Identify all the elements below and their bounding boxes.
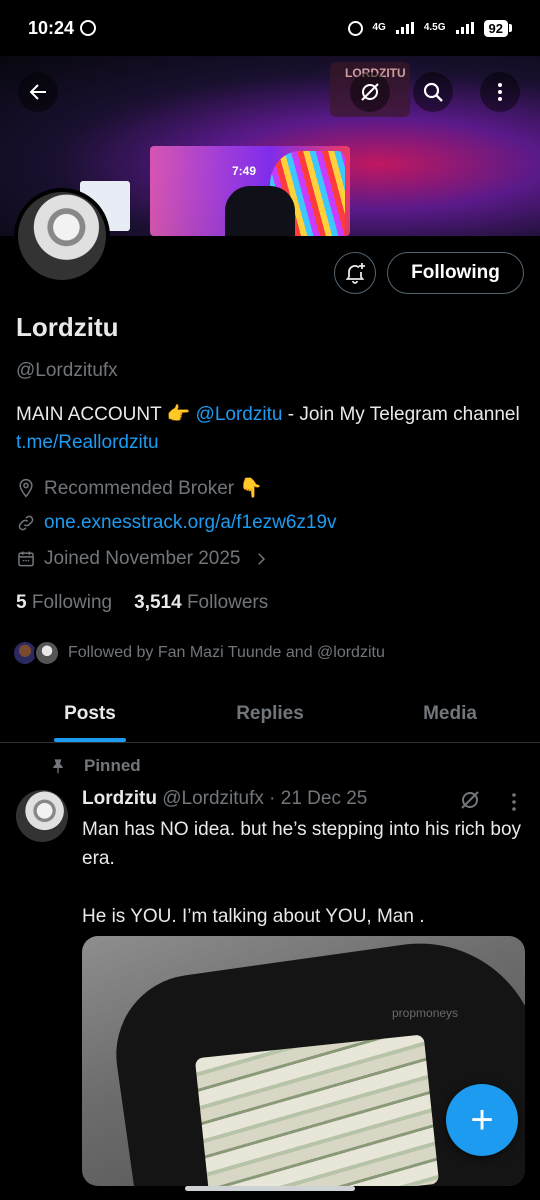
- following-count-link[interactable]: 5 Following: [16, 592, 112, 614]
- bell-plus-icon: [345, 263, 365, 284]
- grok-icon[interactable]: [458, 788, 482, 812]
- profile-avatar[interactable]: [14, 188, 110, 284]
- alarm-icon: [347, 20, 363, 36]
- website-link[interactable]: one.exnesstrack.org/a/f1ezw6z19v: [44, 512, 337, 534]
- post-text: Man has NO idea. but he’s stepping into …: [82, 819, 522, 927]
- bio-text-2: - Join My Telegram channel: [282, 404, 520, 425]
- calendar-icon: [18, 551, 34, 567]
- profile-tabs: Posts Replies Media: [0, 686, 540, 743]
- compose-button[interactable]: +: [446, 1084, 518, 1156]
- profile-website[interactable]: one.exnesstrack.org/a/f1ezw6z19v: [16, 512, 337, 534]
- signal-icon: [395, 22, 414, 34]
- grok-button[interactable]: [350, 72, 390, 112]
- following-button[interactable]: Following: [387, 252, 524, 294]
- post-header: Lordzitu @Lordzitufx · 21 Dec 25: [82, 788, 367, 810]
- post-author-name[interactable]: Lordzitu: [82, 788, 157, 809]
- back-button[interactable]: [18, 72, 58, 112]
- profile-name: Lordzitu: [16, 312, 119, 342]
- grok-icon: [361, 83, 379, 101]
- gesture-home-bar[interactable]: [185, 1186, 355, 1191]
- following-label: Following: [31, 592, 113, 613]
- bio-text: MAIN ACCOUNT 👉: [16, 404, 196, 425]
- tab-media[interactable]: Media: [360, 686, 540, 742]
- network-label-1: 4G: [372, 22, 386, 33]
- profile-bio: MAIN ACCOUNT 👉 @Lordzitu - Join My Teleg…: [16, 401, 526, 457]
- image-watermark: propmoneys: [392, 1006, 459, 1020]
- status-bar: 10:24 4G 4.5G 92: [0, 0, 540, 56]
- followers-count: 3,514: [134, 592, 182, 613]
- post-author-avatar[interactable]: [16, 790, 68, 842]
- plus-icon: +: [470, 1098, 494, 1142]
- followers-label: Followers: [186, 592, 269, 613]
- banner-clock-text: 7:49: [232, 164, 257, 178]
- post-more-icon[interactable]: [502, 790, 526, 814]
- status-time: 10:24: [28, 17, 75, 38]
- post-image[interactable]: propmoneys: [82, 936, 525, 1186]
- profile-joined[interactable]: Joined November 2025: [16, 548, 270, 570]
- chevron-right-icon: [258, 553, 266, 565]
- arrow-left-icon: [29, 84, 46, 100]
- banner-chair: [225, 186, 295, 236]
- profile-location: Recommended Broker 👇: [16, 476, 263, 500]
- followed-by[interactable]: Followed by Fan Mazi Tuunde and @lordzit…: [12, 640, 385, 666]
- pinned-label: Pinned: [84, 756, 141, 775]
- link-icon: [18, 515, 34, 531]
- status-icons: 4G 4.5G 92: [347, 19, 512, 37]
- followed-by-text: Followed by Fan Mazi Tuunde and @lordzit…: [68, 644, 385, 661]
- battery-level: 92: [483, 19, 508, 37]
- more-options-button[interactable]: [480, 72, 520, 112]
- bio-telegram-link[interactable]: t.me/Reallordzitu: [16, 432, 159, 453]
- signal-icon-2: [455, 22, 474, 34]
- following-count: 5: [16, 592, 27, 613]
- search-button[interactable]: [413, 72, 453, 112]
- whatsapp-icon: [80, 20, 97, 36]
- tab-replies[interactable]: Replies: [180, 686, 360, 742]
- notifications-button[interactable]: [334, 252, 376, 294]
- followers-count-link[interactable]: 3,514 Followers: [134, 592, 268, 614]
- bio-mention-link[interactable]: @Lordzitu: [196, 404, 283, 425]
- battery-icon: [509, 24, 512, 32]
- joined-text: Joined November 2025: [44, 548, 241, 569]
- search-icon: [423, 82, 443, 102]
- image-cash: [194, 1034, 440, 1186]
- post-meta: @Lordzitufx · 21 Dec 25: [162, 788, 368, 809]
- profile-handle: @Lordzitufx: [16, 360, 118, 381]
- pin-icon: [53, 759, 63, 774]
- network-label-2: 4.5G: [423, 22, 446, 33]
- pinned-indicator: Pinned: [50, 756, 141, 776]
- more-vertical-icon: [498, 83, 502, 101]
- follow-counts: 5 Following 3,514 Followers: [16, 592, 268, 614]
- tab-posts[interactable]: Posts: [0, 686, 180, 742]
- follower-avatar: [34, 640, 60, 666]
- location-pin-icon: [19, 478, 33, 498]
- location-text: Recommended Broker 👇: [44, 478, 264, 499]
